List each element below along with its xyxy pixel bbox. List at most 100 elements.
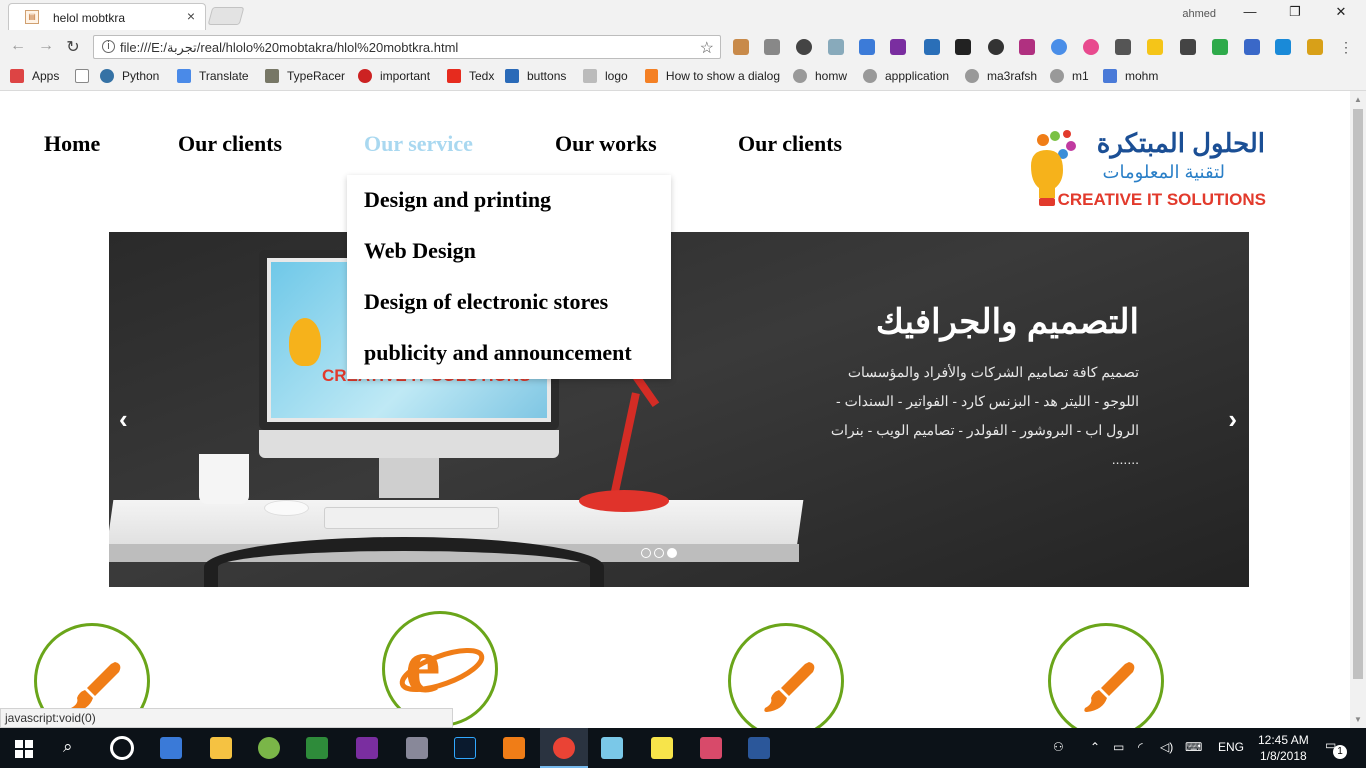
restore-icon[interactable]: ❐ (1280, 4, 1310, 24)
photoshop-icon[interactable] (454, 737, 476, 759)
slider-dot-active[interactable] (667, 548, 677, 558)
paint-icon[interactable] (700, 737, 722, 759)
new-tab-button[interactable] (207, 7, 245, 25)
nav-our-works[interactable]: Our works (555, 131, 657, 157)
bookmark-logo[interactable]: logo (583, 69, 628, 83)
search-icon[interactable]: ⌕ (63, 737, 73, 757)
nav-our-service[interactable]: Our service (364, 131, 473, 157)
sticky-notes-icon[interactable] (651, 737, 673, 759)
scroll-up-icon[interactable]: ▲ (1354, 95, 1362, 104)
slider-dot[interactable] (654, 548, 664, 558)
nav-our-clients-2[interactable]: Our clients (738, 131, 842, 157)
shield-icon[interactable] (1307, 39, 1323, 55)
address-bar[interactable]: i file:///E:/تجربة/real/hlolo%20mobtakra… (93, 35, 721, 59)
system-clock[interactable]: 12:45 AM 1/8/2018 (1258, 732, 1309, 764)
extension-icon[interactable] (733, 39, 749, 55)
excel-chart-icon[interactable] (306, 737, 328, 759)
bookmark-dialog[interactable]: How to show a dialog (645, 69, 780, 83)
language-indicator[interactable]: ENG (1218, 740, 1244, 754)
bookmark-item[interactable] (75, 69, 97, 83)
film-icon[interactable] (955, 39, 971, 55)
dropdown-web-design[interactable]: Web Design (364, 238, 476, 264)
new-extension-icon[interactable] (924, 39, 940, 55)
new-extension-icon[interactable] (988, 39, 1004, 55)
company-logo[interactable]: الحلول المبتكرة لتقنية المعلومات CREATIV… (1025, 126, 1270, 216)
slider-next-icon[interactable]: › (1228, 404, 1237, 435)
store-icon[interactable] (160, 737, 182, 759)
dropbox-icon[interactable] (828, 39, 844, 55)
nav-our-clients[interactable]: Our clients (178, 131, 282, 157)
translate-extension-icon[interactable] (859, 39, 875, 55)
dropdown-design-printing[interactable]: Design and printing (364, 187, 551, 213)
profile-user[interactable]: ahmed (1182, 8, 1216, 20)
xampp-icon[interactable] (503, 737, 525, 759)
page-scrollbar[interactable]: ▲ ▼ (1350, 91, 1366, 728)
browser-chrome: ▤ helol mobtkra × ahmed — ❐ ✕ ← → ↻ i fi… (0, 0, 1366, 91)
bookmark-m1[interactable]: m1 (1050, 69, 1089, 83)
bookmark-ma3rafsh[interactable]: ma3rafsh (965, 69, 1037, 83)
people-icon[interactable]: ⚇ (1053, 740, 1064, 754)
color-extension-icon[interactable] (1083, 39, 1099, 55)
scroll-down-icon[interactable]: ▼ (1354, 715, 1362, 724)
word-icon[interactable] (748, 737, 770, 759)
volume-icon[interactable]: ◁) (1160, 740, 1173, 754)
m-extension-icon[interactable] (1147, 39, 1163, 55)
bookmark-translate[interactable]: Translate (177, 69, 249, 83)
extension-icon[interactable] (1244, 39, 1260, 55)
slider-prev-icon[interactable]: ‹ (119, 404, 128, 435)
battery-icon[interactable]: ▭ (1113, 740, 1124, 754)
scroll-thumb[interactable] (1353, 109, 1363, 679)
cortana-icon[interactable] (110, 736, 134, 760)
keyboard-icon[interactable]: ⌨ (1185, 740, 1202, 754)
app-icon[interactable] (406, 737, 428, 759)
back-icon[interactable]: ← (8, 37, 28, 55)
bookmark-typeracer[interactable]: TypeRacer (265, 69, 345, 83)
extension-icon[interactable] (796, 39, 812, 55)
eyedropper-icon[interactable] (1115, 39, 1131, 55)
menu-kebab-icon[interactable]: ⋮ (1338, 39, 1354, 55)
python-icon (100, 69, 114, 83)
apps-grid-icon (10, 69, 24, 83)
file-explorer-icon[interactable] (210, 737, 232, 759)
hero-slider[interactable]: CREATIVE IT SOLUTIONS التصميم والجرافيك … (109, 232, 1249, 587)
bookmark-buttons[interactable]: buttons (505, 69, 566, 83)
dropdown-publicity[interactable]: publicity and announcement (364, 340, 632, 366)
service-circle[interactable] (1048, 623, 1164, 728)
url-text[interactable]: file:///E:/تجربة/real/hlolo%20mobtakra/h… (120, 40, 458, 56)
bookmark-star-icon[interactable]: ☆ (700, 38, 714, 58)
wifi-icon[interactable]: ◜ (1138, 740, 1143, 754)
evernote-icon[interactable] (1180, 39, 1196, 55)
dropdown-electronic-stores[interactable]: Design of electronic stores (364, 289, 608, 315)
windows-start-icon[interactable] (15, 740, 33, 758)
forward-icon[interactable]: → (36, 37, 56, 55)
service-circle[interactable] (728, 623, 844, 728)
browser-tab[interactable]: ▤ helol mobtkra × (8, 3, 206, 30)
drive-icon[interactable] (1212, 39, 1228, 55)
service-dropdown: Design and printing Web Design Design of… (347, 175, 671, 379)
tray-expand-icon[interactable]: ⌃ (1090, 740, 1100, 754)
bookmark-tedx[interactable]: Tedx (447, 69, 494, 83)
onenote-icon[interactable] (890, 39, 906, 55)
window-close-icon[interactable]: ✕ (1326, 4, 1356, 24)
bookmark-important[interactable]: important (358, 69, 430, 83)
reload-icon[interactable]: ↻ (63, 37, 83, 57)
extension-icon[interactable] (1019, 39, 1035, 55)
bookmark-python[interactable]: Python (100, 69, 159, 83)
slider-dot[interactable] (641, 548, 651, 558)
camera-extension-icon[interactable] (764, 39, 780, 55)
app-icon[interactable] (601, 737, 623, 759)
mouse-illustration (264, 500, 309, 516)
android-studio-icon[interactable] (258, 737, 280, 759)
bookmark-homw[interactable]: homw (793, 69, 847, 83)
chrome-icon[interactable] (553, 737, 575, 759)
onenote-taskbar-icon[interactable] (356, 737, 378, 759)
minimize-icon[interactable]: — (1235, 4, 1265, 24)
nav-home[interactable]: Home (44, 131, 100, 157)
info-icon[interactable]: i (102, 40, 115, 53)
bookmark-application[interactable]: appplication (863, 69, 949, 83)
download-icon[interactable] (1051, 39, 1067, 55)
close-tab-icon[interactable]: × (187, 8, 195, 24)
bookmark-mohm[interactable]: mohm (1103, 69, 1158, 83)
s-extension-icon[interactable] (1275, 39, 1291, 55)
bookmark-apps[interactable]: Apps (10, 69, 59, 83)
